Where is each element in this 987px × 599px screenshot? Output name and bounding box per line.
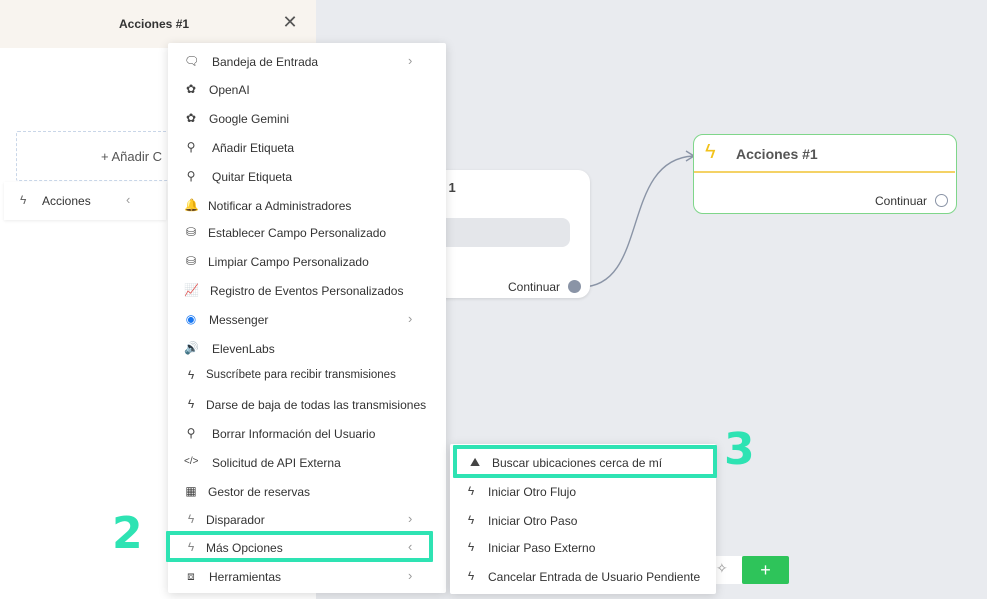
submenu-item-label: Iniciar Otro Flujo — [488, 485, 577, 499]
menu-item-label: Messenger — [209, 313, 269, 327]
menu-item-remove-tag[interactable]: ⚲ Quitar Etiqueta — [168, 163, 446, 189]
toolbox-icon: ⧈ — [187, 569, 195, 583]
user-remove-icon: ⚲ — [186, 426, 196, 440]
code-icon: </> — [184, 456, 199, 467]
lightning-icon: ϟ — [187, 512, 195, 526]
highlight-find-locations — [453, 445, 717, 478]
menu-item-messenger[interactable]: ◉ Messenger › — [168, 306, 446, 332]
highlight-more-options — [166, 531, 433, 562]
calendar-icon: ▦ — [185, 484, 197, 498]
menu-item-label: Bandeja de Entrada — [212, 55, 319, 69]
menu-item-label: Establecer Campo Personalizado — [208, 226, 387, 240]
menu-item-label: Quitar Etiqueta — [212, 170, 293, 184]
menu-item-gemini[interactable]: ✿ Google Gemini — [168, 105, 446, 131]
menu-item-label: Solicitud de API Externa — [212, 456, 341, 470]
actions-dropdown-menu: 🗨 Bandeja de Entrada › ✿ OpenAI ✿ Google… — [168, 43, 446, 593]
menu-item-set-field[interactable]: ⛁ Establecer Campo Personalizado — [168, 219, 446, 245]
submenu-item-label: Iniciar Paso Externo — [488, 541, 596, 555]
chevron-left-icon: ‹ — [126, 192, 131, 207]
menu-item-label: Registro de Eventos Personalizados — [210, 284, 404, 298]
menu-item-label: Borrar Información del Usuario — [212, 427, 376, 441]
openai-icon: ✿ — [185, 82, 197, 96]
continue-label: Continuar — [875, 194, 928, 208]
menu-item-notify-admins[interactable]: 🔔 Notificar a Administradores — [168, 192, 446, 218]
menu-item-label: ElevenLabs — [212, 342, 275, 356]
menu-item-openai[interactable]: ✿ OpenAI — [168, 76, 446, 102]
speaker-icon: 🔊 — [184, 341, 199, 355]
menu-item-label: Limpiar Campo Personalizado — [208, 255, 369, 269]
acciones-label: Acciones — [42, 194, 91, 208]
database-icon: ⛁ — [185, 254, 197, 268]
lightning-icon: ϟ — [705, 141, 716, 163]
menu-item-label: Gestor de reservas — [208, 485, 311, 499]
menu-item-external-api[interactable]: </> Solicitud de API Externa — [168, 449, 446, 475]
menu-item-label: Disparador — [206, 513, 265, 527]
flow-node-acciones[interactable]: ϟ Acciones #1 Continuar — [693, 134, 957, 214]
menu-item-subscribe[interactable]: ϟ Suscríbete para recibir transmisiones — [168, 362, 446, 388]
bell-icon: 🔔 — [184, 198, 199, 212]
lightning-icon: ϟ — [20, 193, 27, 207]
menu-item-bandeja[interactable]: 🗨 Bandeja de Entrada › — [168, 48, 446, 74]
add-content-button[interactable]: + Añadir C — [16, 131, 186, 181]
close-icon[interactable]: ✕ — [282, 13, 298, 31]
chevron-right-icon: › — [408, 53, 413, 68]
menu-item-label: OpenAI — [209, 83, 250, 97]
step-number-3: 3 — [724, 424, 755, 475]
output-port[interactable] — [935, 194, 948, 207]
menu-item-trigger[interactable]: ϟ Disparador › — [168, 506, 446, 532]
menu-item-label: Añadir Etiqueta — [212, 141, 295, 155]
menu-item-bookings[interactable]: ▦ Gestor de reservas — [168, 478, 446, 504]
chevron-right-icon: › — [408, 568, 413, 583]
node-title: Acciones #1 — [736, 146, 818, 162]
submenu-item-external-step[interactable]: ϟ Iniciar Paso Externo — [450, 534, 716, 560]
lightning-icon: ϟ — [187, 368, 195, 382]
lightning-icon: ϟ — [467, 513, 475, 527]
add-node-button[interactable]: + — [742, 556, 789, 584]
step-number-2: 2 — [112, 508, 143, 559]
panel-title: Acciones #1 — [119, 17, 190, 31]
lightning-icon: ϟ — [467, 540, 475, 554]
submenu-item-label: Iniciar Otro Paso — [488, 514, 578, 528]
menu-item-label: Notificar a Administradores — [208, 199, 352, 213]
add-content-label: + Añadir C — [101, 149, 163, 164]
menu-item-tools[interactable]: ⧈ Herramientas › — [168, 563, 446, 589]
continue-label: Continuar — [508, 280, 561, 294]
inbox-icon: 🗨 — [184, 54, 200, 68]
panel-header: Acciones #1 ✕ — [0, 0, 316, 48]
acciones-menu-trigger[interactable]: ϟ Acciones ‹ — [4, 182, 166, 220]
menu-item-clear-user[interactable]: ⚲ Borrar Información del Usuario — [168, 420, 446, 446]
menu-item-event-log[interactable]: 📈 Registro de Eventos Personalizados — [168, 277, 446, 303]
menu-item-label: Google Gemini — [209, 112, 290, 126]
gemini-icon: ✿ — [185, 111, 197, 125]
sparkle-icon[interactable]: ✧ — [716, 560, 728, 577]
submenu-item-start-step[interactable]: ϟ Iniciar Otro Paso — [450, 507, 716, 533]
node-header: ϟ Acciones #1 — [694, 135, 955, 173]
messenger-icon: ◉ — [185, 312, 197, 326]
submenu-item-start-flow[interactable]: ϟ Iniciar Otro Flujo — [450, 478, 716, 504]
menu-item-label: Herramientas — [209, 570, 282, 584]
lightning-icon: ϟ — [467, 484, 475, 498]
chart-icon: 📈 — [184, 283, 199, 297]
menu-item-add-tag[interactable]: ⚲ Añadir Etiqueta — [168, 134, 446, 160]
menu-item-unsubscribe[interactable]: ϟ Darse de baja de todas las transmision… — [168, 391, 446, 417]
lightning-icon: ϟ — [467, 569, 475, 583]
output-port[interactable] — [568, 280, 581, 293]
submenu-item-label: Cancelar Entrada de Usuario Pendiente — [488, 570, 701, 584]
chevron-right-icon: › — [408, 311, 413, 326]
menu-item-label: Suscríbete para recibir transmisiones — [206, 369, 396, 381]
user-untag-icon: ⚲ — [186, 169, 196, 183]
menu-item-label: Darse de baja de todas las transmisiones — [206, 398, 427, 412]
lightning-icon: ϟ — [187, 397, 195, 411]
menu-item-elevenlabs[interactable]: 🔊 ElevenLabs — [168, 335, 446, 361]
chevron-right-icon: › — [408, 511, 413, 526]
submenu-item-cancel-input[interactable]: ϟ Cancelar Entrada de Usuario Pendiente — [450, 563, 716, 589]
database-icon: ⛁ — [185, 225, 197, 239]
user-tag-icon: ⚲ — [186, 140, 196, 154]
menu-item-clear-field[interactable]: ⛁ Limpiar Campo Personalizado — [168, 248, 446, 274]
